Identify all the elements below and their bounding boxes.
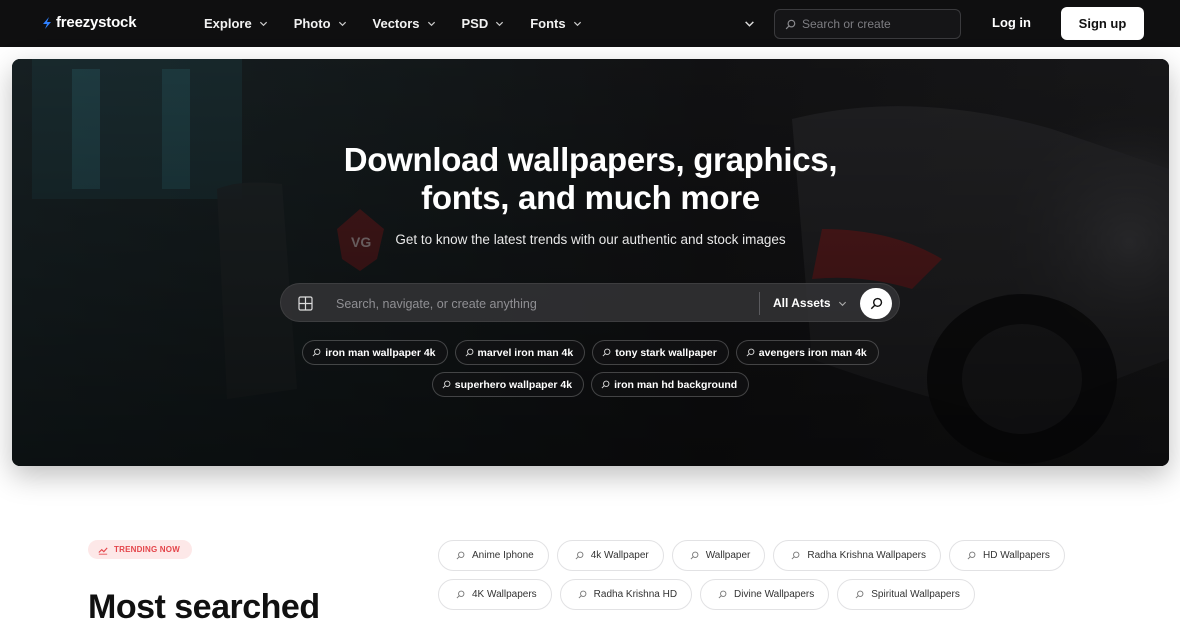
suggestion-chip[interactable]: marvel iron man 4k (454, 340, 586, 365)
chevron-down-icon (427, 21, 435, 27)
trending-heading: Most searched (88, 588, 320, 626)
hero-search-input[interactable] (336, 284, 736, 323)
search-icon (855, 590, 864, 599)
trending-tag[interactable]: Radha Krishna HD (559, 579, 693, 610)
search-icon (575, 551, 584, 560)
trending-tag[interactable]: 4k Wallpaper (556, 540, 664, 571)
trending-tag-label: Divine Wallpapers (734, 589, 815, 600)
hero-search-bar: All Assets (280, 283, 900, 323)
hero-subtitle: Get to know the latest trends with our a… (395, 232, 786, 247)
search-icon (718, 590, 727, 599)
menu-vectors[interactable]: Vectors (373, 16, 436, 31)
trending-tag-label: Radha Krishna HD (593, 589, 678, 600)
menu-explore[interactable]: Explore (204, 16, 268, 31)
trending-tag[interactable]: Anime Iphone (438, 540, 549, 571)
trend-chart-icon (98, 547, 108, 555)
search-icon (785, 19, 796, 29)
menu-fonts[interactable]: Fonts (530, 16, 581, 31)
trending-tag-label: HD Wallpapers (982, 550, 1050, 561)
nav-search-box[interactable] (774, 9, 961, 39)
hero-title-line1: Download wallpapers, graphics, (343, 141, 838, 178)
trending-tag-label: Radha Krishna Wallpapers (807, 550, 926, 561)
hero-search-button[interactable] (860, 288, 892, 319)
asset-type-label: All Assets (773, 296, 831, 310)
search-icon (601, 380, 610, 389)
search-icon (967, 551, 976, 560)
chevron-down-icon (496, 21, 504, 27)
chevron-down-icon (838, 301, 846, 306)
hero-title-line2: fonts, and much more (421, 179, 760, 216)
top-navbar: freezystock Explore Photo Vectors PSD Fo… (0, 0, 1180, 47)
trending-tag-label: 4k Wallpaper (590, 550, 649, 561)
menu-photo[interactable]: Photo (294, 16, 347, 31)
search-icon (791, 551, 800, 560)
menu-psd[interactable]: PSD (462, 16, 505, 31)
search-icon (746, 348, 755, 357)
chevron-down-icon (338, 21, 346, 27)
signup-button[interactable]: Sign up (1061, 7, 1144, 40)
suggestion-chip[interactable]: iron man wallpaper 4k (302, 340, 448, 365)
search-suggestions-row1: iron man wallpaper 4k marvel iron man 4k… (12, 340, 1169, 365)
suggestion-label: iron man wallpaper 4k (325, 346, 436, 359)
logo-text: freezystock (56, 14, 137, 31)
search-icon (456, 551, 465, 560)
menu-psd-label: PSD (461, 16, 489, 31)
main-menu: Explore Photo Vectors PSD Fonts (204, 0, 582, 47)
chevron-down-icon (573, 21, 581, 27)
suggestion-label: iron man hd background (614, 378, 738, 391)
search-icon (465, 348, 473, 357)
trending-tag-label: Wallpaper (705, 550, 751, 561)
chevron-down-icon (259, 21, 267, 27)
login-link[interactable]: Log in (992, 15, 1031, 30)
hero-banner: VG Download wallpapers, graphics, fonts,… (12, 59, 1169, 466)
asset-type-dropdown[interactable]: All Assets (773, 296, 847, 310)
suggestion-label: superhero wallpaper 4k (454, 378, 573, 391)
lightning-bolt-icon (43, 16, 51, 29)
suggestion-chip[interactable]: tony stark wallpaper (592, 340, 729, 365)
trending-tag[interactable]: HD Wallpapers (948, 540, 1065, 571)
grid-icon[interactable] (298, 296, 313, 311)
trending-badge: TRENDING NOW (88, 540, 192, 559)
search-icon (442, 380, 451, 389)
logo[interactable]: freezystock (40, 14, 137, 31)
chevron-down-icon[interactable] (744, 18, 755, 29)
trending-tag-label: Anime Iphone (472, 550, 534, 561)
search-icon (312, 348, 321, 357)
trending-tag[interactable]: 4K Wallpapers (438, 579, 552, 610)
trending-tag[interactable]: Spiritual Wallpapers (837, 579, 975, 610)
nav-search-input[interactable] (802, 17, 952, 31)
search-divider (759, 292, 760, 315)
suggestion-label: avengers iron man 4k (758, 346, 867, 359)
search-suggestions-row2: superhero wallpaper 4k iron man hd backg… (12, 372, 1169, 397)
menu-explore-label: Explore (204, 16, 252, 31)
suggestion-chip[interactable]: iron man hd background (591, 372, 750, 397)
trending-tags-row2: 4K Wallpapers Radha Krishna HD Divine Wa… (438, 579, 1098, 610)
menu-vectors-label: Vectors (372, 16, 420, 31)
menu-fonts-label: Fonts (530, 16, 566, 31)
search-icon (578, 590, 587, 599)
hero-title: Download wallpapers, graphics, fonts, an… (12, 141, 1169, 217)
trending-tag[interactable]: Divine Wallpapers (700, 579, 830, 610)
trending-tag-label: 4K Wallpapers (472, 589, 537, 600)
trending-tag-label: Spiritual Wallpapers (871, 589, 960, 600)
search-icon (690, 551, 699, 560)
trending-badge-label: TRENDING NOW (114, 545, 180, 554)
suggestion-chip[interactable]: superhero wallpaper 4k (431, 372, 585, 397)
search-icon (870, 297, 882, 310)
suggestion-label: tony stark wallpaper (615, 346, 717, 359)
suggestion-label: marvel iron man 4k (477, 346, 574, 359)
hero-background-image: VG (12, 59, 1169, 466)
trending-tag[interactable]: Radha Krishna Wallpapers (773, 540, 941, 571)
menu-photo-label: Photo (293, 16, 331, 31)
suggestion-chip[interactable]: avengers iron man 4k (735, 340, 879, 365)
trending-tag[interactable]: Wallpaper (671, 540, 766, 571)
search-icon (456, 590, 465, 599)
search-icon (602, 348, 611, 357)
trending-tags-row1: Anime Iphone 4k Wallpaper Wallpaper Radh… (438, 540, 1098, 571)
